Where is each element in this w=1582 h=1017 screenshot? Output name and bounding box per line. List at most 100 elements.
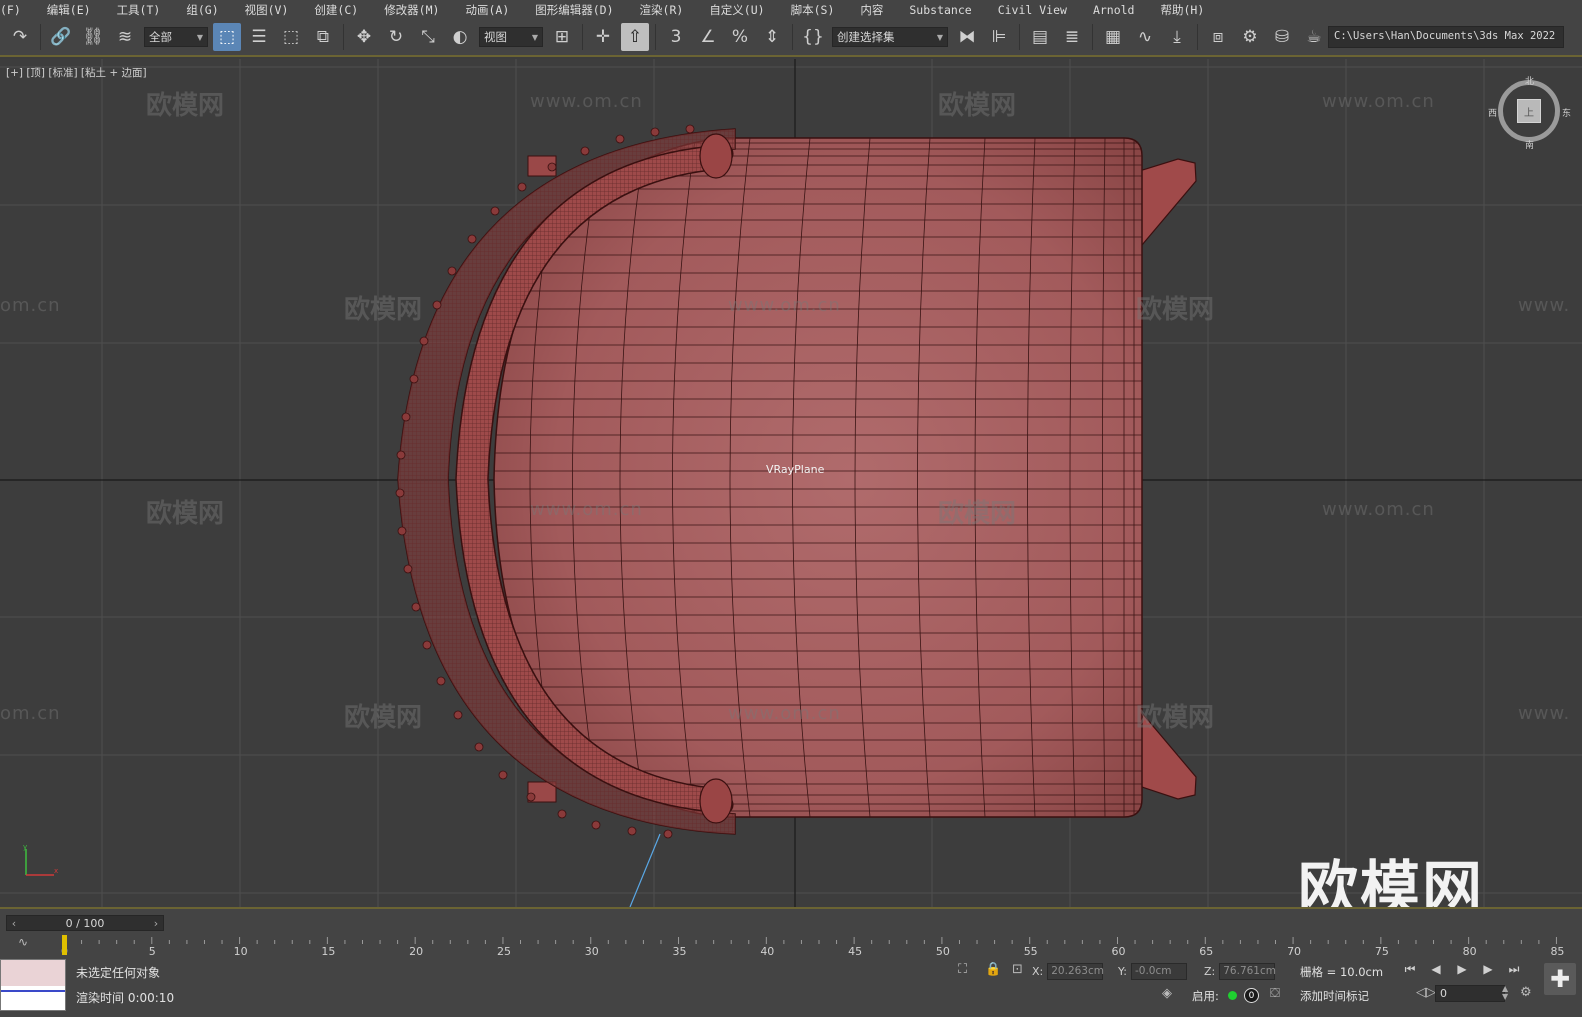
coord-y-label: Y: xyxy=(1118,965,1127,978)
rotate-icon[interactable]: ↻ xyxy=(382,23,410,51)
go-to-start-icon[interactable]: ⏮ xyxy=(1400,962,1420,977)
maxscript-mini-listener[interactable] xyxy=(0,959,66,1011)
toolbar-separator xyxy=(582,24,583,50)
menu-item[interactable]: (F) xyxy=(0,3,34,17)
selection-set-dropdown[interactable]: 创建选择集 ▼ xyxy=(832,27,948,47)
go-to-end-icon[interactable]: ⏭ xyxy=(1504,962,1524,977)
status-bar: 未选定任何对象 渲染时间 0:00:10 ⛶ 🔒 ⊡ X: 20.263cm Y:… xyxy=(0,955,1582,1017)
select-manipulate-icon[interactable]: ✛ xyxy=(589,23,617,51)
viewcube-top-face[interactable]: 上 xyxy=(1517,99,1541,123)
selection-set-value: 创建选择集 xyxy=(837,30,895,44)
viewcube[interactable]: 上 北 南 西 东 xyxy=(1488,74,1571,151)
time-ruler[interactable]: 0510152025303540455055606570758085 xyxy=(60,935,1570,957)
menu-item[interactable]: Civil View xyxy=(985,3,1080,17)
menu-item[interactable]: 编辑(E) xyxy=(34,2,104,18)
frame-spinner-icon[interactable]: ▲ ▼ xyxy=(1502,985,1508,1001)
menu-item[interactable]: 组(G) xyxy=(173,2,231,18)
material-editor-icon[interactable]: ⚙ xyxy=(1236,23,1264,51)
watermark-url: www.om.cn xyxy=(530,91,643,112)
angle-snap-icon[interactable]: ∠ xyxy=(694,23,722,51)
time-tag-icon[interactable]: ⛋ xyxy=(1270,986,1280,1001)
schematic-icon[interactable]: ⧈ xyxy=(1204,23,1232,51)
viewport-canvas xyxy=(0,59,1582,907)
menu-item[interactable]: 图形编辑器(D) xyxy=(522,2,626,18)
viewcube-south[interactable]: 南 xyxy=(1525,138,1534,151)
play-icon[interactable]: ▶ xyxy=(1452,962,1472,976)
snap-3d-icon[interactable]: 3 xyxy=(662,23,690,51)
3dsmax-window: (F) 编辑(E) 工具(T) 组(G) 视图(V) 创建(C) 修改器(M) 动画(A) 图形… xyxy=(0,0,1582,1017)
menu-item[interactable]: 动画(A) xyxy=(452,2,522,18)
move-icon[interactable]: ✥ xyxy=(350,23,378,51)
selection-status: 未选定任何对象 xyxy=(76,966,161,980)
spinner-snap-icon[interactable]: ⇕ xyxy=(758,23,786,51)
menu-item[interactable]: 修改器(M) xyxy=(371,2,452,18)
coord-y-field[interactable]: -0.0cm xyxy=(1130,963,1187,980)
coord-x-field[interactable]: 20.263cm xyxy=(1047,963,1104,980)
ribbon-icon[interactable]: ▦ xyxy=(1099,23,1127,51)
curve-editor-mini-icon[interactable]: ∿ xyxy=(18,935,28,949)
menu-item[interactable]: 渲染(R) xyxy=(627,2,697,18)
menu-item[interactable]: Substance xyxy=(896,3,984,17)
scene-explorer-icon[interactable]: ▤ xyxy=(1026,23,1054,51)
time-cursor[interactable] xyxy=(62,935,67,957)
menu-item[interactable]: 自定义(U) xyxy=(696,2,777,18)
adaptive-degradation-icon[interactable]: ◈ xyxy=(1162,986,1172,1001)
link-icon[interactable]: 🔗 xyxy=(47,23,75,51)
select-object-icon[interactable]: ⬚ xyxy=(213,23,241,51)
render-setup-icon[interactable]: ⛁ xyxy=(1268,23,1296,51)
unlink-icon[interactable]: ⛓ xyxy=(79,23,107,51)
curve-editor-icon[interactable]: ∿ xyxy=(1131,23,1159,51)
ref-coord-dropdown[interactable]: 视图 ▼ xyxy=(479,27,543,47)
next-key-icon[interactable]: ▶ xyxy=(1478,962,1498,976)
render-frame-icon[interactable]: ☕ xyxy=(1300,23,1328,51)
menu-item[interactable]: 内容 xyxy=(847,2,896,18)
project-path-field[interactable]: C:\Users\Han\Documents\3ds Max 2022 xyxy=(1328,26,1564,48)
key-count-badge[interactable]: 0 xyxy=(1244,988,1259,1003)
current-frame-field[interactable]: 0 xyxy=(1435,985,1505,1002)
bind-spacewarp-icon[interactable]: ≋ xyxy=(111,23,139,51)
viewcube-east[interactable]: 东 xyxy=(1562,106,1571,119)
layer-explorer-icon[interactable]: ≣ xyxy=(1058,23,1086,51)
menu-item[interactable]: Arnold xyxy=(1080,3,1148,17)
menu-item[interactable]: 帮助(H) xyxy=(1147,2,1217,18)
viewcube-west[interactable]: 西 xyxy=(1488,106,1497,119)
select-by-name-icon[interactable]: ☰ xyxy=(245,23,273,51)
time-config-icon[interactable]: ⚙ xyxy=(1520,985,1532,1000)
key-mode-icon[interactable]: ◁▷ xyxy=(1416,985,1436,1000)
dope-sheet-icon[interactable]: ⤓ xyxy=(1163,23,1191,51)
next-frame-arrow-icon[interactable]: › xyxy=(149,917,163,930)
lock-icon[interactable]: 🔒 xyxy=(985,962,1001,977)
absolute-mode-icon[interactable]: ⊡ xyxy=(1012,962,1023,977)
keyboard-shortcut-icon[interactable]: ⇧ xyxy=(621,23,649,51)
isolate-icon[interactable]: ⛶ xyxy=(958,962,967,977)
menu-item[interactable]: 视图(V) xyxy=(232,2,302,18)
viewport-nav-plus-button[interactable]: ✚ xyxy=(1544,963,1576,995)
rect-region-icon[interactable]: ⬚ xyxy=(277,23,305,51)
watermark-url: www. xyxy=(1518,295,1571,316)
viewport-label[interactable]: [+] [顶] [标准] [粘土 + 边面] xyxy=(6,65,147,80)
coord-z-field[interactable]: 76.761cm xyxy=(1219,963,1276,980)
viewcube-north[interactable]: 北 xyxy=(1525,74,1534,87)
watermark-url: www.om.cn xyxy=(728,295,841,316)
time-slider[interactable]: ‹ 0 / 100 › xyxy=(6,915,164,931)
menu-item[interactable]: 创建(C) xyxy=(301,2,371,18)
selection-filter-dropdown[interactable]: 全部 ▼ xyxy=(144,27,208,47)
prev-key-icon[interactable]: ◀ xyxy=(1426,962,1446,976)
menu-item[interactable]: 脚本(S) xyxy=(778,2,848,18)
prev-frame-arrow-icon[interactable]: ‹ xyxy=(7,917,21,930)
listener-input[interactable] xyxy=(1,960,65,986)
percent-snap-icon[interactable]: % xyxy=(726,23,754,51)
mirror-icon[interactable]: ⧓ xyxy=(953,23,981,51)
menu-item[interactable]: 工具(T) xyxy=(104,2,174,18)
placement-icon[interactable]: ◐ xyxy=(446,23,474,51)
top-viewport[interactable]: [+] [顶] [标准] [粘土 + 边面] VRayPlane 欧模网 www… xyxy=(0,59,1582,907)
edit-named-sets-icon[interactable]: {} xyxy=(799,23,827,51)
window-crossing-icon[interactable]: ⧉ xyxy=(309,23,337,51)
watermark-url: om.cn xyxy=(0,295,61,316)
pivot-icon[interactable]: ⊞ xyxy=(548,23,576,51)
add-time-tag[interactable]: 添加时间标记 xyxy=(1300,988,1369,1004)
redo-icon[interactable]: ↷ xyxy=(6,23,34,51)
scale-icon[interactable]: ⤡ xyxy=(414,23,442,51)
align-icon[interactable]: ⊫ xyxy=(985,23,1013,51)
chevron-down-icon: ▼ xyxy=(936,32,943,42)
